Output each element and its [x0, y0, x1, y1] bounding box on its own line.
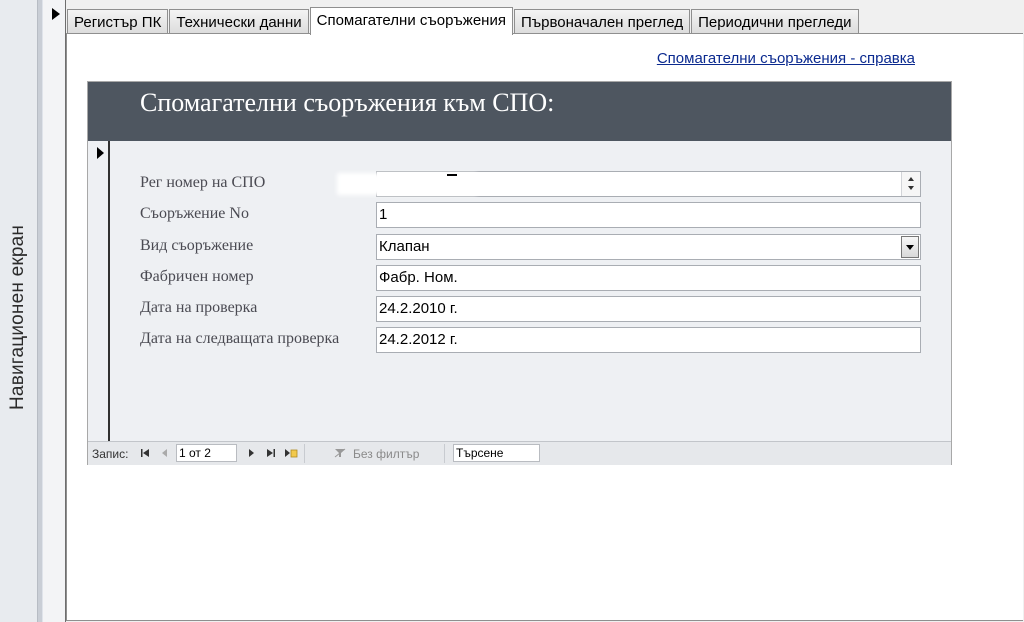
type-combobox[interactable]: Клапан [376, 234, 921, 260]
spin-down-icon[interactable] [908, 186, 914, 190]
tab-strip: Регистър ПК Технически данни Спомагателн… [67, 6, 860, 35]
serial-label: Фабричен номер [140, 268, 254, 285]
new-record-icon[interactable] [284, 448, 298, 458]
tab-initial-inspection[interactable]: Първоначален преглед [513, 9, 691, 34]
first-record-icon[interactable] [140, 448, 150, 458]
redacted-value [337, 173, 477, 195]
tab-register[interactable]: Регистър ПК [67, 9, 169, 34]
reg-no-label: Рег номер на СПО [140, 174, 266, 191]
check-date-field[interactable]: 24.2.2010 г. [376, 296, 921, 322]
record-selector-icon [52, 8, 60, 20]
tab-periodic-inspections[interactable]: Периодични прегледи [691, 9, 859, 34]
help-report-link[interactable]: Спомагателни съоръжения - справка [657, 50, 915, 67]
next-date-label: Дата на следващата проверка [140, 330, 340, 347]
chevron-down-icon [906, 245, 914, 250]
last-record-icon[interactable] [266, 448, 276, 458]
item-no-label: Съоръжение No [140, 205, 249, 222]
spinner-icon[interactable] [901, 172, 920, 196]
record-navigation-bar: Запис: 1 от 2 Без филтър Търсене [88, 441, 951, 465]
main-record-selector[interactable] [43, 0, 66, 622]
separator [304, 444, 305, 463]
subform-title: Спомагателни съоръжения към СПО: [140, 88, 555, 117]
subform-header: Спомагателни съоръжения към СПО: [88, 82, 951, 141]
next-date-field[interactable]: 24.2.2012 г. [376, 327, 921, 353]
check-date-row: Дата на проверка 24.2.2010 г. [140, 296, 930, 322]
navigation-pane[interactable]: Навигационен екран [0, 0, 38, 622]
current-record-box[interactable]: 1 от 2 [176, 444, 237, 462]
tab-page: Спомагателни съоръжения - справка Спомаг… [66, 33, 1023, 621]
spin-up-icon[interactable] [908, 177, 914, 181]
redacted-dash [447, 174, 457, 176]
serial-row: Фабричен номер Фабр. Ном. [140, 265, 930, 291]
type-row: Вид съоръжение Клапан [140, 234, 930, 260]
next-date-row: Дата на следващата проверка 24.2.2012 г. [140, 327, 930, 353]
search-input[interactable]: Търсене [453, 444, 540, 462]
filter-icon[interactable] [334, 448, 347, 458]
navigation-pane-label[interactable]: Навигационен екран [7, 210, 31, 410]
record-selector-icon [97, 147, 104, 159]
record-label: Запис: [92, 447, 129, 461]
filter-status[interactable]: Без филтър [353, 447, 419, 461]
check-date-label: Дата на проверка [140, 299, 258, 316]
next-record-icon[interactable] [246, 448, 256, 458]
tab-auxiliary-equipment[interactable]: Спомагателни съоръжения [309, 7, 513, 35]
navigation-pane-splitter[interactable] [38, 0, 42, 622]
type-value: Клапан [379, 238, 430, 255]
main-form: Регистър ПК Технически данни Спомагателн… [66, 0, 1024, 622]
auxiliary-equipment-subform: Спомагателни съоръжения към СПО: Рег ном… [87, 81, 952, 465]
dropdown-icon[interactable] [901, 236, 919, 258]
item-no-row: Съоръжение No 1 [140, 202, 930, 228]
prev-record-icon[interactable] [160, 448, 170, 458]
tab-technical-data[interactable]: Технически данни [169, 9, 309, 34]
reg-no-row: Рег номер на СПО [140, 171, 930, 197]
subform-record-selector[interactable] [88, 141, 110, 441]
serial-field[interactable]: Фабр. Ном. [376, 265, 921, 291]
separator [444, 444, 445, 463]
item-no-field[interactable]: 1 [376, 202, 921, 228]
type-label: Вид съоръжение [140, 237, 254, 254]
reg-no-field[interactable] [337, 171, 921, 197]
